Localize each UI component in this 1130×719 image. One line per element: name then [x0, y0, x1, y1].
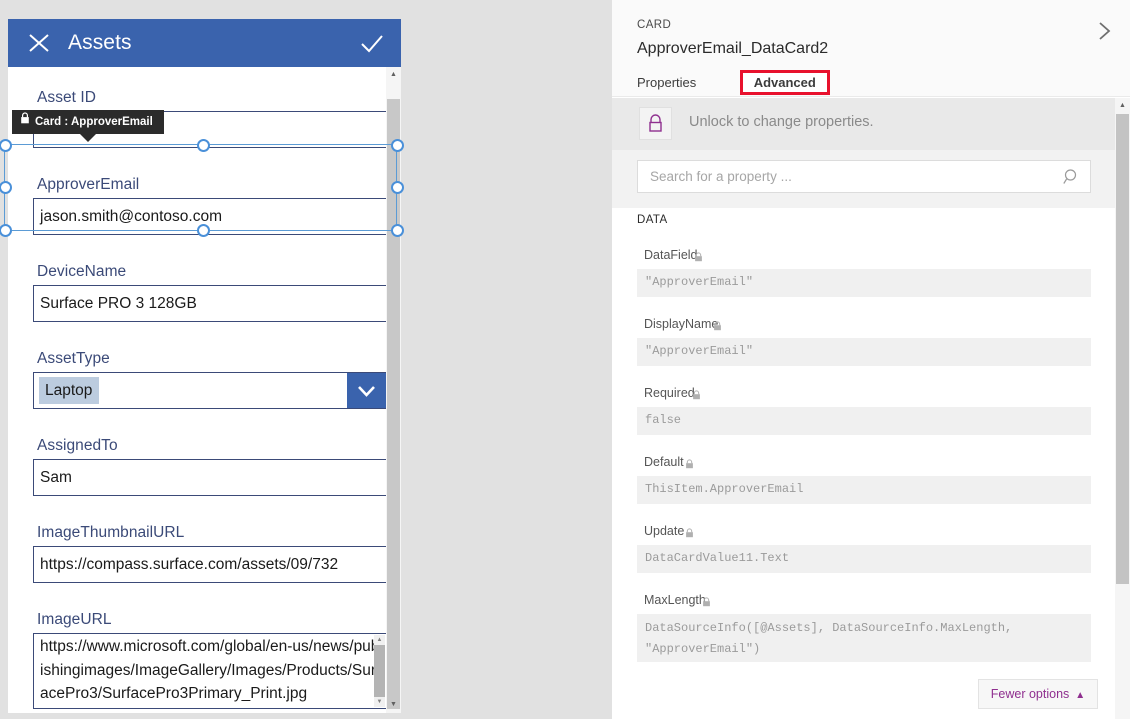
- field-label: ImageURL: [37, 611, 112, 628]
- property-label: MaxLength: [644, 593, 706, 607]
- field-label: AssetType: [37, 350, 110, 367]
- checkmark-icon[interactable]: [359, 31, 385, 57]
- scroll-up-icon[interactable]: ▲: [374, 635, 385, 645]
- field-label: ImageThumbnailURL: [37, 524, 185, 541]
- property-value[interactable]: ThisItem.ApproverEmail: [637, 476, 1091, 504]
- lock-closed-icon: [713, 318, 722, 331]
- field-input[interactable]: https://compass.surface.com/assets/09/73…: [33, 546, 387, 583]
- field-input[interactable]: Sam: [33, 459, 387, 496]
- edit-form[interactable]: Asset ID ApproverEmail jason.smith@conto…: [8, 67, 401, 713]
- property-label: DataField: [644, 248, 698, 262]
- search-input[interactable]: Search for a property ...: [637, 160, 1091, 193]
- field-input[interactable]: Surface PRO 3 128GB: [33, 285, 387, 322]
- field-input-multiline[interactable]: https://www.microsoft.com/global/en-us/n…: [33, 633, 387, 709]
- lock-closed-icon[interactable]: [639, 107, 672, 140]
- property-label: DisplayName: [644, 317, 719, 331]
- panel-tabs[interactable]: Properties Advanced: [637, 70, 830, 97]
- design-canvas[interactable]: Assets Asset ID ApproverEmail jason.smit…: [0, 0, 608, 719]
- field-label: AssignedTo: [37, 437, 118, 454]
- form-scrollbar[interactable]: ▲ ▼: [386, 67, 401, 713]
- panel-title: ApproverEmail_DataCard2: [637, 40, 829, 57]
- property-value[interactable]: false: [637, 407, 1091, 435]
- lock-closed-icon: [692, 387, 701, 400]
- chevron-up-icon: ▲: [1075, 690, 1086, 701]
- tooltip-text: Card : ApproverEmail: [35, 116, 153, 129]
- selection-tooltip: Card : ApproverEmail: [12, 109, 164, 142]
- scroll-up-icon[interactable]: ▲: [1115, 98, 1130, 114]
- field-label: ApproverEmail: [37, 176, 140, 193]
- scroll-down-icon[interactable]: ▼: [386, 697, 401, 713]
- lock-closed-icon: [685, 456, 694, 469]
- resize-handle-bottom-right[interactable]: [391, 224, 404, 237]
- search-placeholder: Search for a property ...: [650, 169, 792, 184]
- field-dropdown[interactable]: Laptop: [33, 372, 387, 409]
- property-label: Update: [644, 524, 685, 538]
- property-label: Required: [644, 386, 695, 400]
- properties-panel[interactable]: CARD ApproverEmail_DataCard2 Properties …: [611, 0, 1130, 719]
- property-search-area: Search for a property ...: [612, 150, 1117, 208]
- lock-closed-icon: [685, 525, 694, 538]
- panel-kicker: CARD: [637, 19, 672, 31]
- unlock-message: Unlock to change properties.: [689, 114, 874, 130]
- search-magnifier-icon[interactable]: [1063, 168, 1081, 186]
- panel-header: CARD ApproverEmail_DataCard2 Properties …: [612, 0, 1130, 97]
- chevron-down-icon[interactable]: [347, 373, 386, 408]
- property-value[interactable]: DataCardValue11.Text: [637, 545, 1091, 573]
- field-label: Asset ID: [37, 89, 96, 106]
- scroll-up-icon[interactable]: ▲: [386, 67, 401, 83]
- app-root: Assets Asset ID ApproverEmail jason.smit…: [0, 0, 1130, 719]
- app-title: Assets: [68, 31, 132, 54]
- field-input-text: https://www.microsoft.com/global/en-us/n…: [40, 638, 383, 702]
- unlock-banner: Unlock to change properties.: [612, 98, 1117, 150]
- resize-handle-top-right[interactable]: [391, 139, 404, 152]
- resize-handle-middle-right[interactable]: [391, 181, 404, 194]
- chevron-right-icon[interactable]: [1089, 16, 1119, 46]
- lock-closed-icon: [20, 109, 30, 133]
- field-label: DeviceName: [37, 263, 127, 280]
- fewer-options-label: Fewer options: [990, 687, 1070, 701]
- property-list: DATA DataField "ApproverEmail" DisplayNa…: [612, 208, 1117, 719]
- field-input[interactable]: jason.smith@contoso.com: [33, 198, 387, 235]
- scrollbar-thumb[interactable]: [374, 645, 385, 697]
- lock-closed-icon: [694, 249, 703, 262]
- tooltip-arrow: [80, 134, 96, 142]
- tab-advanced[interactable]: Advanced: [739, 70, 830, 95]
- tab-properties[interactable]: Properties: [637, 71, 709, 94]
- property-label: Default: [644, 455, 684, 469]
- fewer-options-button[interactable]: Fewer options ▲: [978, 679, 1098, 709]
- close-x-icon[interactable]: [26, 30, 52, 56]
- resize-handle-top-center[interactable]: [197, 139, 210, 152]
- panel-scrollbar[interactable]: ▲: [1115, 98, 1130, 719]
- lock-closed-icon: [702, 594, 711, 607]
- section-label-data: DATA: [637, 214, 668, 226]
- app-header-bar: Assets: [8, 19, 401, 67]
- property-value[interactable]: "ApproverEmail": [637, 269, 1091, 297]
- scrollbar-thumb[interactable]: [1116, 114, 1129, 584]
- property-value[interactable]: DataSourceInfo([@Assets], DataSourceInfo…: [637, 614, 1091, 662]
- dropdown-selected-value: Laptop: [39, 377, 100, 404]
- textarea-scrollbar[interactable]: ▲ ▼: [374, 635, 385, 707]
- resize-handle-bottom-center[interactable]: [197, 224, 210, 237]
- property-value[interactable]: "ApproverEmail": [637, 338, 1091, 366]
- scroll-down-icon[interactable]: ▼: [374, 697, 385, 707]
